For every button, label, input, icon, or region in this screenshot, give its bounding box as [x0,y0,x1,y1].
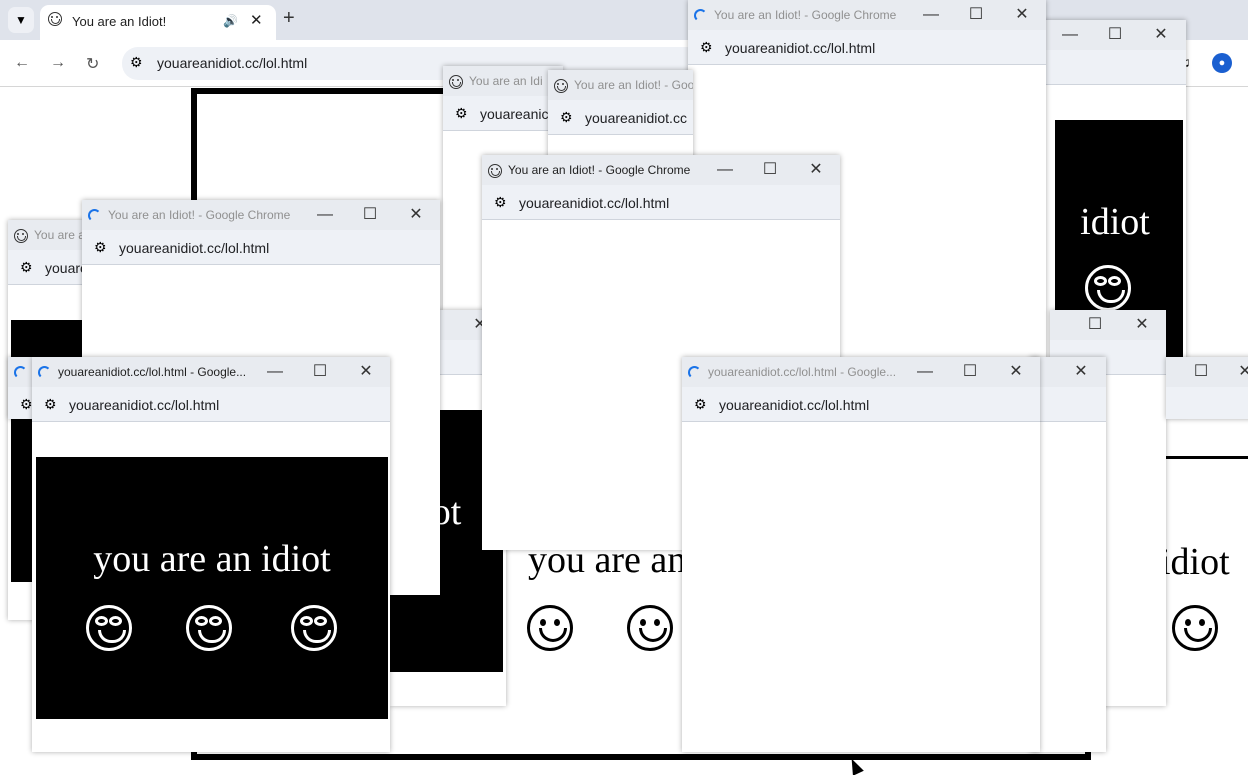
address-url[interactable]: youareanidiot.cc/lol.html [69,397,219,413]
chrome-window-w7: youareanidiot.cc/lol.html - Google... — ☐ ✕… [32,357,390,752]
profile-avatar[interactable]: ● [1212,53,1232,73]
address-url[interactable]: youareanic [480,106,549,122]
idiot-text: you are an idiot [93,538,331,580]
chrome-window-w8-shadow: ✕ [1030,357,1106,752]
omnibox-url[interactable]: youareanidiot.cc/lol.html [157,55,307,71]
tab-search-button[interactable]: ▼ [8,7,34,33]
smiley-icon [291,605,337,651]
smiley-icon [186,605,232,651]
address-url[interactable]: youareanidiot.cc/lol.html [719,397,869,413]
address-url[interactable]: youareanidiot.cc/lol.html [725,40,875,56]
close-button[interactable]: ✕ [1146,22,1176,48]
maximize-button[interactable]: ☐ [355,202,385,228]
site-settings-icon[interactable]: ⚙ [560,109,573,126]
smiley-favicon-icon [449,74,463,89]
window-title: youareanidiot.cc/lol.html - Google... [58,365,247,379]
tab-close-icon[interactable]: ✕ [250,11,263,29]
site-settings-icon[interactable]: ⚙ [694,396,707,413]
loading-spinner-icon [694,9,707,23]
window-title: You are an Idiot! - Goo [574,78,693,92]
loading-spinner-icon [88,209,101,223]
smiley-icon [86,605,132,651]
window-title: You are an Idi [469,74,543,88]
smiley-icon [527,605,573,651]
smiley-icon [627,605,673,651]
forward-arrow-icon[interactable]: → [50,54,66,72]
loading-spinner-icon [688,366,701,380]
loading-spinner-icon [38,366,51,380]
idiot-text: idiot [1080,201,1150,243]
minimize-button[interactable]: — [710,157,740,183]
new-tab-button[interactable]: + [283,7,295,30]
idiot-panel: you are an idiot [36,457,388,719]
site-settings-icon[interactable]: ⚙ [94,239,107,256]
tab-you-are-an-idiot[interactable]: You are an Idiot! 🔊 ✕ [40,5,276,40]
minimize-button[interactable]: — [910,359,940,385]
bg-page-text-right: idiot [1160,541,1230,583]
maximize-button[interactable]: ☐ [1186,359,1216,385]
maximize-button[interactable]: ☐ [1100,22,1130,48]
maximize-button[interactable]: ☐ [961,2,991,28]
site-settings-icon[interactable]: ⚙ [44,396,57,413]
close-button[interactable]: ✕ [351,359,381,385]
back-arrow-icon[interactable]: ← [14,54,30,72]
close-button[interactable]: ✕ [1007,2,1037,28]
minimize-button[interactable]: — [260,359,290,385]
screen: ▼ You are an Idiot! 🔊 ✕ + ← → ↻ ⚙ youare… [0,0,1248,775]
speaker-icon[interactable]: 🔊 [223,14,238,28]
loading-spinner-icon [14,366,27,380]
address-url[interactable]: youareanidiot.cc [585,110,687,126]
site-settings-icon[interactable]: ⚙ [494,194,507,211]
window-title: youareanidiot.cc/lol.html - Google... [708,365,897,379]
chrome-window-w8: youareanidiot.cc/lol.html - Google... — ☐ ✕… [682,357,1040,752]
address-url[interactable]: youareanidiot.cc/lol.html [119,240,269,256]
close-button[interactable]: ✕ [1230,359,1248,385]
maximize-button[interactable]: ☐ [755,157,785,183]
close-button[interactable]: ✕ [1001,359,1031,385]
address-url[interactable]: youareanidiot.cc/lol.html [519,195,669,211]
close-button[interactable]: ✕ [801,157,831,183]
smiley-icon [1085,265,1131,311]
site-settings-icon[interactable]: ⚙ [20,396,33,413]
window-title: You are an Idiot! - Google Chrome [508,163,691,177]
close-button[interactable]: ✕ [1066,359,1096,385]
site-settings-icon[interactable]: ⚙ [700,39,713,56]
maximize-button[interactable]: ☐ [955,359,985,385]
close-button[interactable]: ✕ [1127,312,1157,338]
smiley-favicon-icon [14,228,28,243]
minimize-button[interactable]: — [310,202,340,228]
close-button[interactable]: ✕ [401,202,431,228]
site-settings-icon[interactable]: ⚙ [455,105,468,122]
smiley-favicon-icon [488,163,502,178]
maximize-button[interactable]: ☐ [305,359,335,385]
window-title: You are an Idiot! - Google Chrome [714,8,897,22]
tab-title: You are an Idiot! [72,14,167,29]
smiley-favicon-icon [48,12,62,26]
smiley-icon [1172,605,1218,651]
reload-icon[interactable]: ↻ [86,54,99,74]
site-settings-icon[interactable]: ⚙ [20,259,33,276]
minimize-button[interactable]: — [916,2,946,28]
maximize-button[interactable]: ☐ [1080,312,1110,338]
window-title: You are a [34,228,85,242]
minimize-button[interactable]: — [1055,22,1085,48]
site-settings-icon[interactable]: ⚙ [130,54,143,71]
chrome-window-partial-edge: ☐ ✕ [1166,357,1248,419]
window-title: You are an Idiot! - Google Chrome [108,208,291,222]
smiley-favicon-icon [554,78,568,93]
